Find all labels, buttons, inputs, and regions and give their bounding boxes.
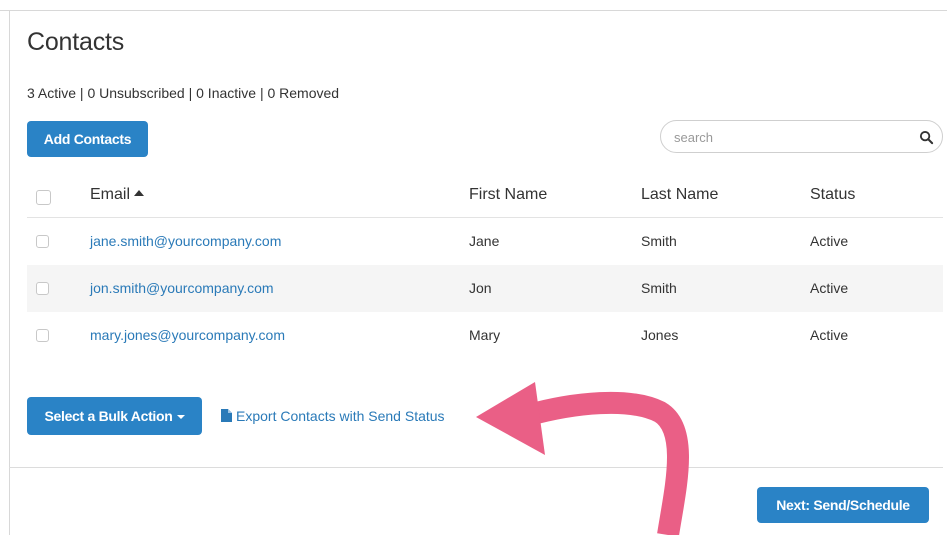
select-all-checkbox[interactable] xyxy=(36,190,51,205)
contact-last-name: Jones xyxy=(641,327,679,343)
contact-status: Active xyxy=(810,280,849,296)
column-header-email-label: Email xyxy=(90,186,131,203)
bulk-action-label: Select a Bulk Action xyxy=(44,408,173,424)
document-icon xyxy=(221,409,232,422)
contact-status: Active xyxy=(810,327,849,343)
panel-left-border xyxy=(9,10,10,535)
table-row: mary.jones@yourcompany.com Mary Jones Ac… xyxy=(27,312,943,359)
sort-ascending-icon xyxy=(134,190,145,197)
add-contacts-button[interactable]: Add Contacts xyxy=(27,121,148,157)
column-header-first-name[interactable]: First Name xyxy=(469,186,547,204)
contact-counts: 3 Active | 0 Unsubscribed | 0 Inactive |… xyxy=(27,85,340,101)
column-header-last-name[interactable]: Last Name xyxy=(641,186,718,204)
contact-status: Active xyxy=(810,233,849,249)
contact-email-link[interactable]: jane.smith@yourcompany.com xyxy=(90,233,281,249)
column-header-email[interactable]: Email xyxy=(90,186,145,204)
caret-down-icon xyxy=(176,415,185,420)
export-contacts-label: Export Contacts with Send Status xyxy=(236,408,445,424)
contact-last-name: Smith xyxy=(641,233,677,249)
contact-last-name: Smith xyxy=(641,280,677,296)
panel-top-border xyxy=(0,10,947,11)
contact-first-name: Jane xyxy=(469,233,500,249)
row-checkbox[interactable] xyxy=(36,329,49,342)
contact-first-name: Jon xyxy=(469,280,492,296)
next-send-schedule-button[interactable]: Next: Send/Schedule xyxy=(757,487,929,523)
row-checkbox[interactable] xyxy=(36,282,49,295)
page-title: Contacts xyxy=(27,28,125,56)
contact-first-name: Mary xyxy=(469,327,501,343)
search-icon[interactable] xyxy=(919,130,934,145)
bulk-action-dropdown[interactable]: Select a Bulk Action xyxy=(27,397,202,435)
contact-email-link[interactable]: mary.jones@yourcompany.com xyxy=(90,327,285,343)
search-box[interactable] xyxy=(660,120,943,153)
export-contacts-link[interactable]: Export Contacts with Send Status xyxy=(221,408,445,424)
row-checkbox[interactable] xyxy=(36,235,49,248)
search-input[interactable] xyxy=(674,128,904,146)
contact-email-link[interactable]: jon.smith@yourcompany.com xyxy=(90,280,274,296)
footer-divider xyxy=(9,467,943,468)
table-row: jon.smith@yourcompany.com Jon Smith Acti… xyxy=(27,265,943,312)
table-row: jane.smith@yourcompany.com Jane Smith Ac… xyxy=(27,218,943,265)
column-header-status[interactable]: Status xyxy=(810,186,855,204)
